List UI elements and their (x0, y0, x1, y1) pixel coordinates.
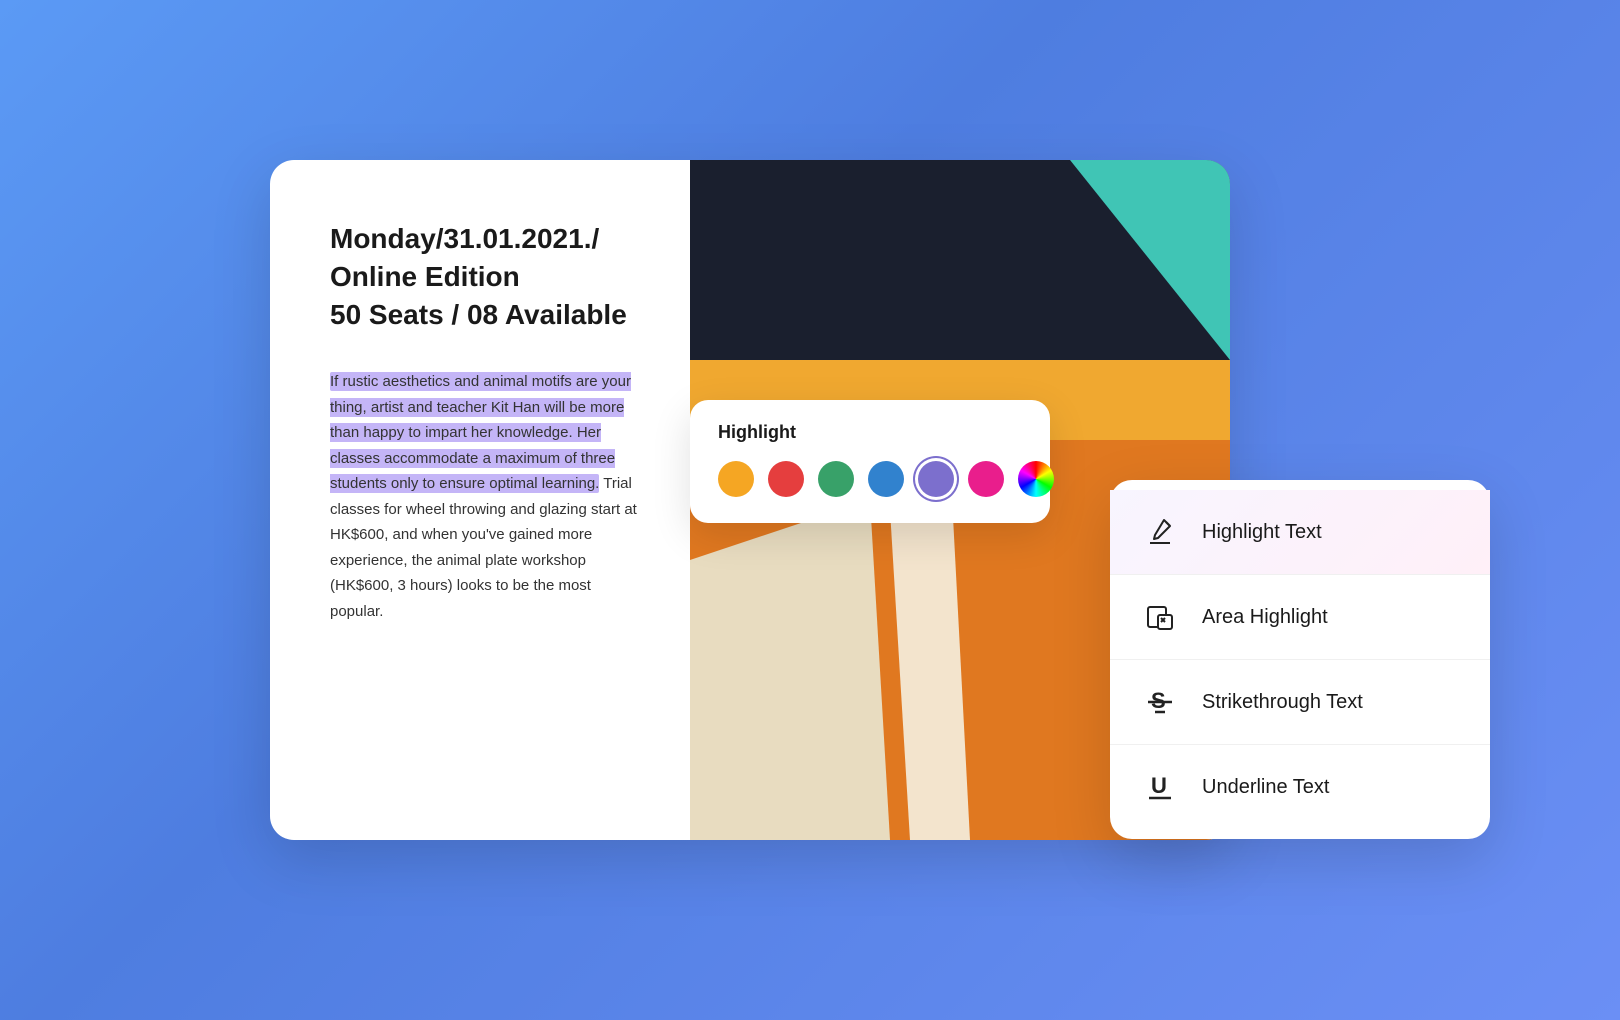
svg-text:S: S (1151, 688, 1166, 713)
doc-body: If rustic aesthetics and animal motifs a… (330, 369, 640, 624)
area-highlight-icon (1138, 595, 1182, 639)
menu-label-underline-text: Underline Text (1202, 776, 1329, 799)
menu-label-area-highlight: Area Highlight (1202, 606, 1328, 629)
swatch-pink[interactable] (968, 461, 1004, 497)
swatch-purple[interactable] (918, 461, 954, 497)
strikethrough-text-icon: S (1138, 680, 1182, 724)
menu-label-highlight-text: Highlight Text (1202, 521, 1322, 544)
body-text-regular: Trial classes for wheel throwing and gla… (330, 475, 637, 620)
menu-item-area-highlight[interactable]: Area Highlight (1110, 575, 1490, 660)
highlight-picker-title: Highlight (718, 422, 1022, 443)
menu-item-highlight-text[interactable]: Highlight Text (1110, 490, 1490, 575)
highlight-text-icon (1138, 510, 1182, 554)
svg-text:U: U (1151, 773, 1167, 798)
color-swatches (718, 461, 1022, 497)
swatch-rainbow[interactable] (1018, 461, 1054, 497)
menu-label-strikethrough-text: Strikethrough Text (1202, 691, 1363, 714)
menu-item-strikethrough-text[interactable]: S Strikethrough Text (1110, 660, 1490, 745)
context-menu: Highlight Text Area Highlight S (1110, 480, 1490, 839)
swatch-red[interactable] (768, 461, 804, 497)
swatch-green[interactable] (818, 461, 854, 497)
menu-item-underline-text[interactable]: U Underline Text (1110, 745, 1490, 829)
highlighted-text: If rustic aesthetics and animal motifs a… (330, 372, 631, 493)
main-scene: Monday/31.01.2021./Online Edition50 Seat… (210, 100, 1410, 920)
doc-left-panel: Monday/31.01.2021./Online Edition50 Seat… (270, 160, 690, 840)
swatch-blue[interactable] (868, 461, 904, 497)
doc-title: Monday/31.01.2021./Online Edition50 Seat… (330, 220, 640, 333)
swatch-yellow[interactable] (718, 461, 754, 497)
underline-text-icon: U (1138, 765, 1182, 809)
highlight-picker-popup: Highlight (690, 400, 1050, 523)
